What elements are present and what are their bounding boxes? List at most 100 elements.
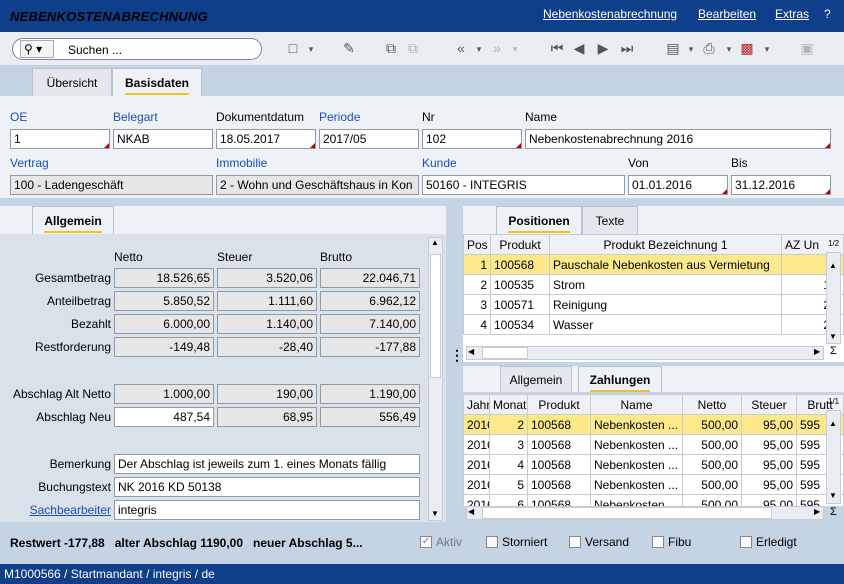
checkbox-fibu[interactable] (652, 536, 664, 548)
tab-uebersicht[interactable]: Übersicht (32, 68, 112, 96)
chevron-down-icon[interactable]: ▾ (470, 44, 488, 55)
paste-icon[interactable]: ⧉ (404, 40, 422, 57)
scroll-right-icon[interactable]: ▶ (814, 507, 820, 516)
previous-record-icon[interactable]: ◀ (570, 40, 588, 57)
sum-icon[interactable]: Σ (830, 506, 837, 518)
menu-extras[interactable]: Extras (775, 7, 809, 21)
buchungstext-field[interactable]: NK 2016 KD 50138 (114, 477, 420, 497)
positionen-row[interactable]: 1 100568 Pauschale Nebenkosten aus Vermiet… (463, 254, 844, 275)
scroll-thumb[interactable] (430, 254, 441, 378)
search-icon[interactable]: ⚲ ▾ (20, 40, 54, 58)
tab-texte[interactable]: Texte (582, 206, 638, 234)
report-icon[interactable]: ▤ (664, 40, 682, 57)
col-pos[interactable]: Pos (463, 234, 491, 255)
bis-field[interactable]: 31.12.2016 (731, 175, 831, 195)
hscroll-thumb[interactable] (482, 507, 772, 519)
tab-allgemein-right[interactable]: Allgemein (500, 366, 572, 392)
tab-zahlungen[interactable]: Zahlungen (578, 366, 662, 392)
zahlungen-row[interactable]: 20165100568Nebenkosten ...500,0095,00595 (463, 474, 844, 495)
menu-nebenkostenabrechnung[interactable]: Nebenkostenabrechnung (543, 7, 677, 21)
belegart-field[interactable]: NKAB (113, 129, 213, 149)
new-document-icon[interactable]: □ (284, 40, 302, 56)
last-record-icon[interactable]: ⏭ (618, 40, 636, 57)
amount-netto-field[interactable]: 1.000,00 (114, 384, 214, 404)
menu-bearbeiten[interactable]: Bearbeiten (698, 7, 756, 21)
zahlungen-col-header[interactable]: Steuer (741, 394, 797, 415)
scroll-up-icon[interactable]: ▲ (829, 419, 837, 428)
scroll-down-icon[interactable]: ▼ (829, 491, 837, 500)
print-icon[interactable]: ⎙ (700, 40, 718, 57)
tab-basisdaten[interactable]: Basisdaten (112, 68, 202, 96)
name-field[interactable]: Nebenkostenabrechnung 2016 (525, 129, 831, 149)
amount-netto-field[interactable]: 6.000,00 (114, 314, 214, 334)
scroll-left-icon[interactable]: ◀ (468, 507, 474, 516)
tab-allgemein-left[interactable]: Allgemein (32, 206, 114, 234)
scroll-down-icon[interactable]: ▼ (829, 332, 837, 341)
sum-icon[interactable]: Σ (830, 345, 837, 357)
amount-brutto-field[interactable]: -177,88 (320, 337, 420, 357)
chevron-down-icon[interactable]: ▾ (506, 44, 524, 55)
immobilie-field[interactable]: 2 - Wohn und Geschäftshaus in Kon (216, 175, 419, 195)
amount-steuer-field[interactable]: 68,95 (217, 407, 317, 427)
col-bezeichnung[interactable]: Produkt Bezeichnung 1 (549, 234, 782, 255)
chevron-down-icon[interactable]: ▾ (720, 44, 738, 55)
zahlungen-row[interactable]: 20164100568Nebenkosten ...500,0095,00595 (463, 454, 844, 475)
amount-netto-field[interactable]: 5.850,52 (114, 291, 214, 311)
amount-brutto-field[interactable]: 556,49 (320, 407, 420, 427)
zahlungen-col-header[interactable]: Monat (489, 394, 528, 415)
von-field[interactable]: 01.01.2016 (628, 175, 728, 195)
zahlungen-col-header[interactable]: Produkt (527, 394, 591, 415)
scroll-up-icon[interactable]: ▲ (431, 238, 439, 247)
dokumentdatum-field[interactable]: 18.05.2017 (216, 129, 316, 149)
col-produkt[interactable]: Produkt (490, 234, 550, 255)
menu-help[interactable]: ? (824, 7, 831, 21)
zahlungen-row[interactable]: 20162100568Nebenkosten ...500,0095,00595 (463, 414, 844, 435)
checkbox-aktiv[interactable]: ✓ (420, 536, 432, 548)
checkbox-storniert[interactable] (486, 536, 498, 548)
amount-netto-field[interactable]: 487,54 (114, 407, 214, 427)
periode-field[interactable]: 2017/05 (319, 129, 419, 149)
scroll-right-icon[interactable]: ▶ (814, 347, 820, 356)
positionen-row[interactable]: 4100534Wasser2.3 (463, 314, 844, 335)
amount-steuer-field[interactable]: -28,40 (217, 337, 317, 357)
hscroll-thumb[interactable] (482, 347, 528, 359)
first-record-icon[interactable]: ⏮ (548, 40, 566, 57)
positionen-row[interactable]: 2100535Strom1.2 (463, 274, 844, 295)
amount-brutto-field[interactable]: 22.046,71 (320, 268, 420, 288)
sachbearbeiter-field[interactable]: integris (114, 500, 420, 520)
amount-steuer-field[interactable]: 3.520,06 (217, 268, 317, 288)
scroll-down-icon[interactable]: ▼ (431, 509, 439, 518)
vertrag-field[interactable]: 100 - Ladengeschäft (10, 175, 213, 195)
zahlungen-row[interactable]: 20163100568Nebenkosten ...500,0095,00595 (463, 434, 844, 455)
chevron-down-icon[interactable]: ▾ (758, 44, 776, 55)
amount-steuer-field[interactable]: 190,00 (217, 384, 317, 404)
forward-double-icon[interactable]: » (488, 40, 506, 56)
scroll-up-icon[interactable]: ▲ (829, 261, 837, 270)
pdf-icon[interactable]: ▩ (738, 40, 756, 57)
amount-netto-field[interactable]: 18.526,65 (114, 268, 214, 288)
amount-brutto-field[interactable]: 6.962,12 (320, 291, 420, 311)
zahlungen-col-header[interactable]: Name (590, 394, 683, 415)
amount-steuer-field[interactable]: 1.111,60 (217, 291, 317, 311)
checkbox-versand[interactable] (569, 536, 581, 548)
zahlungen-row[interactable]: 20166100568Nebenkosten ...500,0095,00595 (463, 494, 844, 506)
next-record-icon[interactable]: ▶ (594, 40, 612, 57)
amount-brutto-field[interactable]: 1.190,00 (320, 384, 420, 404)
copy-icon[interactable]: ⧉ (382, 40, 400, 57)
save-icon[interactable]: ▣ (798, 40, 816, 57)
zahlungen-col-header[interactable]: Netto (682, 394, 742, 415)
bemerkung-field[interactable]: Der Abschlag ist jeweils zum 1. eines Mo… (114, 454, 420, 474)
positionen-row[interactable]: 3100571Reinigung2.2 (463, 294, 844, 315)
amount-brutto-field[interactable]: 7.140,00 (320, 314, 420, 334)
splitter-handle-icon[interactable]: ⋮ (450, 348, 464, 362)
zahlungen-col-header[interactable]: Jahr (463, 394, 490, 415)
nr-field[interactable]: 102 (422, 129, 522, 149)
kunde-field[interactable]: 50160 - INTEGRIS (422, 175, 625, 195)
edit-icon[interactable]: ✎ (340, 40, 358, 57)
tab-positionen[interactable]: Positionen (496, 206, 582, 234)
chevron-down-icon[interactable]: ▾ (302, 44, 320, 55)
amount-netto-field[interactable]: -149,48 (114, 337, 214, 357)
back-double-icon[interactable]: « (452, 40, 470, 56)
oe-field[interactable]: 1 (10, 129, 110, 149)
amount-steuer-field[interactable]: 1.140,00 (217, 314, 317, 334)
